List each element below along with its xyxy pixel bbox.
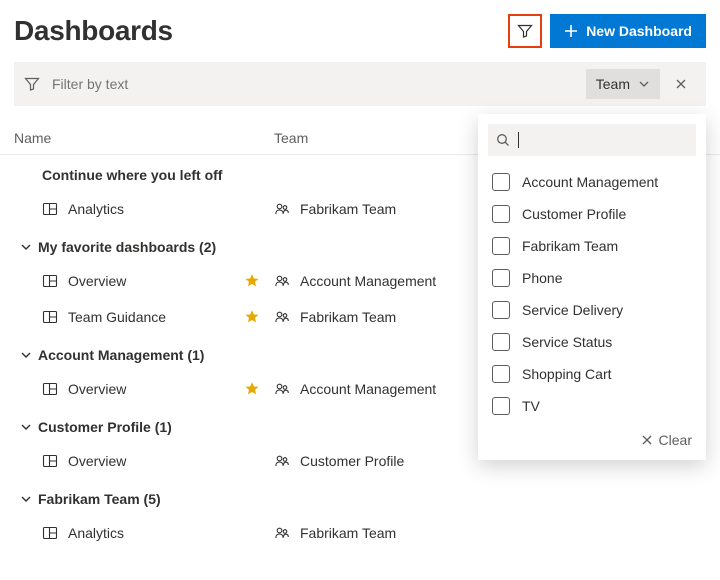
checkbox[interactable] — [492, 173, 510, 191]
team-name: Fabrikam Team — [300, 201, 396, 217]
team-icon — [274, 273, 290, 289]
group-label: Continue where you left off — [42, 167, 222, 183]
dashboard-name: Overview — [68, 381, 126, 397]
dashboard-team-cell: Fabrikam Team — [274, 525, 396, 541]
dashboard-name: Overview — [68, 453, 126, 469]
team-name: Fabrikam Team — [300, 309, 396, 325]
team-icon — [274, 381, 290, 397]
dashboard-team-cell: Account Management — [274, 381, 436, 397]
new-dashboard-button[interactable]: New Dashboard — [550, 14, 706, 48]
dashboard-name-cell: Overview — [42, 381, 274, 397]
star-icon[interactable] — [244, 309, 260, 325]
team-filter-option[interactable]: Service Delivery — [478, 294, 706, 326]
dashboard-team-cell: Customer Profile — [274, 453, 404, 469]
dashboard-name: Analytics — [68, 525, 124, 541]
team-icon — [274, 309, 290, 325]
new-dashboard-label: New Dashboard — [586, 23, 692, 39]
checkbox[interactable] — [492, 333, 510, 351]
option-label: Fabrikam Team — [522, 238, 618, 254]
dashboard-name: Team Guidance — [68, 309, 166, 325]
dashboard-name-cell: Team Guidance — [42, 309, 274, 325]
dashboard-name-cell: Analytics — [42, 201, 274, 217]
group-label: Customer Profile (1) — [38, 419, 172, 435]
team-icon — [274, 201, 290, 217]
option-label: Service Status — [522, 334, 612, 350]
filter-bar: Team — [14, 62, 706, 106]
clear-label: Clear — [659, 432, 692, 448]
team-filter-option[interactable]: Customer Profile — [478, 198, 706, 230]
star-icon[interactable] — [244, 273, 260, 289]
page-title: Dashboards — [14, 15, 173, 47]
team-name: Customer Profile — [300, 453, 404, 469]
dashboard-team-cell: Fabrikam Team — [274, 309, 396, 325]
dashboard-name-cell: Overview — [42, 273, 274, 289]
column-header-name[interactable]: Name — [14, 130, 274, 146]
filter-text-input[interactable] — [50, 75, 235, 93]
dashboard-team-cell: Fabrikam Team — [274, 201, 396, 217]
option-label: TV — [522, 398, 540, 414]
team-name: Account Management — [300, 273, 436, 289]
close-icon — [675, 78, 687, 90]
close-icon — [641, 434, 653, 446]
dashboard-icon — [42, 309, 58, 325]
option-label: Phone — [522, 270, 562, 286]
option-label: Customer Profile — [522, 206, 626, 222]
dashboard-name-cell: Overview — [42, 453, 274, 469]
dashboard-name: Overview — [68, 273, 126, 289]
group-header[interactable]: Fabrikam Team (5) — [14, 479, 706, 515]
team-icon — [274, 525, 290, 541]
chevron-down-icon — [20, 421, 32, 433]
team-filter-option[interactable]: Shopping Cart — [478, 358, 706, 390]
team-filter-label: Team — [596, 76, 630, 92]
team-filter-panel: Account Management Customer Profile Fabrik… — [478, 114, 706, 460]
checkbox[interactable] — [492, 205, 510, 223]
option-label: Shopping Cart — [522, 366, 612, 382]
option-label: Service Delivery — [522, 302, 623, 318]
plus-icon — [564, 24, 578, 38]
header-actions: New Dashboard — [508, 14, 706, 48]
filter-toggle-button[interactable] — [508, 14, 542, 48]
filter-text-area[interactable] — [24, 75, 586, 93]
dashboard-icon — [42, 273, 58, 289]
dashboard-name-cell: Analytics — [42, 525, 274, 541]
chevron-down-icon — [638, 78, 650, 90]
option-label: Account Management — [522, 174, 658, 190]
group-label: Account Management (1) — [38, 347, 204, 363]
text-caret — [518, 132, 519, 148]
checkbox[interactable] — [492, 365, 510, 383]
team-filter-option[interactable]: Fabrikam Team — [478, 230, 706, 262]
checkbox[interactable] — [492, 237, 510, 255]
funnel-icon — [517, 23, 533, 39]
dashboard-icon — [42, 201, 58, 217]
team-icon — [274, 453, 290, 469]
chevron-down-icon — [20, 241, 32, 253]
checkbox[interactable] — [492, 301, 510, 319]
team-filter-search[interactable] — [488, 124, 696, 156]
dashboard-icon — [42, 381, 58, 397]
team-filter-option[interactable]: Service Status — [478, 326, 706, 358]
team-name: Fabrikam Team — [300, 525, 396, 541]
dashboard-icon — [42, 453, 58, 469]
dashboard-name: Analytics — [68, 201, 124, 217]
group-label: My favorite dashboards (2) — [38, 239, 216, 255]
dashboard-row[interactable]: Analytics Fabrikam Team — [14, 515, 706, 551]
search-icon — [496, 133, 510, 147]
team-filter-clear-button[interactable]: Clear — [478, 422, 706, 454]
chevron-down-icon — [20, 493, 32, 505]
team-filter-options: Account Management Customer Profile Fabrik… — [478, 166, 706, 422]
team-filter-dropdown[interactable]: Team — [586, 69, 660, 99]
group-label: Fabrikam Team (5) — [38, 491, 161, 507]
dashboard-team-cell: Account Management — [274, 273, 436, 289]
team-filter-option[interactable]: Account Management — [478, 166, 706, 198]
team-filter-option[interactable]: TV — [478, 390, 706, 422]
team-name: Account Management — [300, 381, 436, 397]
chevron-down-icon — [20, 349, 32, 361]
team-filter-option[interactable]: Phone — [478, 262, 706, 294]
filter-close-button[interactable] — [666, 69, 696, 99]
checkbox[interactable] — [492, 397, 510, 415]
dashboard-icon — [42, 525, 58, 541]
funnel-icon — [24, 76, 40, 92]
star-icon[interactable] — [244, 381, 260, 397]
checkbox[interactable] — [492, 269, 510, 287]
